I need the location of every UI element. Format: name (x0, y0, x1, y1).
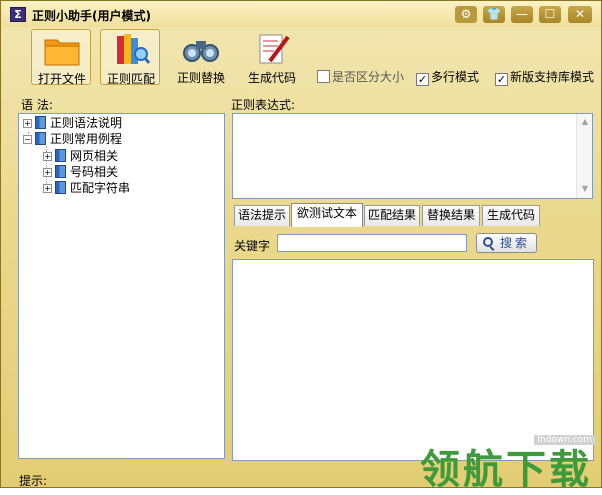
folder-icon (44, 39, 80, 66)
app-icon: Σ (10, 7, 26, 22)
tree-node-label: 正则语法说明 (50, 116, 123, 130)
generate-code-label: 生成代码 (247, 71, 296, 85)
generate-code-button[interactable]: 生成代码 (242, 29, 302, 85)
tab-match-result[interactable]: 匹配结果 (364, 205, 420, 226)
checkmark-icon[interactable]: ✓ (416, 73, 429, 86)
tree-node-label: 网页相关 (70, 149, 119, 163)
status-bar: 提示: (19, 474, 48, 488)
multiline-label: 多行模式 (431, 70, 480, 84)
tree-node-label: 号码相关 (70, 165, 119, 179)
search-button-label: 搜索 (500, 236, 531, 250)
binoculars-icon (183, 41, 219, 62)
maximize-button[interactable]: ☐ (539, 6, 561, 23)
case-sensitive-label: 是否区分大小 (332, 70, 405, 84)
book-icon (35, 132, 46, 145)
expand-icon[interactable]: + (43, 152, 52, 161)
regex-match-label: 正则匹配 (106, 72, 155, 86)
skin-icon[interactable]: 👕 (483, 6, 505, 23)
regex-scrollbar[interactable]: ▲ ▼ (576, 114, 592, 198)
window-title: 正则小助手(用户模式) (32, 9, 151, 23)
new-library-mode-checkbox[interactable]: ✓ 新版支持库模式 (495, 68, 594, 86)
tree-node[interactable]: + 网页相关 (43, 148, 118, 164)
open-file-label: 打开文件 (37, 72, 86, 86)
tree-node-label: 匹配字符串 (70, 181, 131, 195)
keyword-label: 关键字 (234, 239, 271, 253)
minimize-button[interactable]: — (511, 6, 533, 23)
regex-replace-label: 正则替换 (176, 71, 225, 85)
tab-replace-result[interactable]: 替换结果 (422, 205, 480, 226)
book-icon (55, 181, 66, 194)
tree-node[interactable]: − 正则常用例程 (23, 131, 122, 147)
test-text-area[interactable] (232, 259, 594, 461)
scroll-down-icon[interactable]: ▼ (577, 184, 593, 193)
search-icon-handle (489, 246, 495, 251)
multiline-checkbox[interactable]: ✓ 多行模式 (416, 68, 479, 86)
tab-syntax-hint[interactable]: 语法提示 (234, 205, 290, 226)
settings-icon[interactable]: ⚙ (455, 6, 477, 23)
tree-node-label: 正则常用例程 (50, 132, 123, 146)
keyword-input[interactable] (277, 234, 467, 252)
case-sensitive-checkbox[interactable]: 是否区分大小 (317, 68, 404, 85)
search-button[interactable]: 搜索 (476, 233, 537, 253)
regex-match-button[interactable]: 正则匹配 (100, 29, 160, 86)
main-window: Σ 正则小助手(用户模式) ⚙ 👕 — ☐ ✕ 打开文件 正则匹配 正则替换 生… (0, 0, 602, 493)
book-icon (55, 165, 66, 178)
watermark: 领航下载 lhdown.com (418, 433, 601, 493)
search-icon (483, 237, 493, 247)
regex-label: 正则表达式: (231, 98, 296, 112)
tree-node[interactable]: + 正则语法说明 (23, 115, 122, 131)
syntax-label: 语 法: (21, 98, 53, 112)
close-button[interactable]: ✕ (568, 6, 592, 23)
syntax-tree[interactable]: + 正则语法说明 − 正则常用例程 + 网页相关 + 号码相关 + 匹配字符串 (18, 113, 225, 459)
regex-input[interactable]: ▲ ▼ (232, 113, 593, 199)
tab-test-text[interactable]: 欲测试文本 (291, 203, 363, 227)
checkmark-icon[interactable]: ✓ (495, 73, 508, 86)
book-icon (35, 116, 46, 129)
expand-icon[interactable]: + (23, 119, 32, 128)
expand-icon[interactable]: + (43, 168, 52, 177)
book-icon (55, 149, 66, 162)
collapse-icon[interactable]: − (23, 135, 32, 144)
tree-node[interactable]: + 号码相关 (43, 164, 118, 180)
title-bar[interactable]: Σ 正则小助手(用户模式) ⚙ 👕 — ☐ ✕ (1, 1, 601, 27)
expand-icon[interactable]: + (43, 184, 52, 193)
watermark-text: 领航下载 (420, 447, 592, 493)
watermark-url: lhdown.com (534, 435, 595, 445)
document-pen-icon (259, 34, 290, 64)
checkbox-box[interactable] (317, 70, 330, 83)
regex-replace-button[interactable]: 正则替换 (171, 29, 231, 85)
tab-generate-code[interactable]: 生成代码 (482, 205, 540, 226)
scroll-up-icon[interactable]: ▲ (577, 117, 593, 126)
new-library-mode-label: 新版支持库模式 (510, 70, 595, 84)
tree-node[interactable]: + 匹配字符串 (43, 180, 130, 196)
books-search-icon (117, 34, 151, 64)
open-file-button[interactable]: 打开文件 (31, 29, 91, 86)
